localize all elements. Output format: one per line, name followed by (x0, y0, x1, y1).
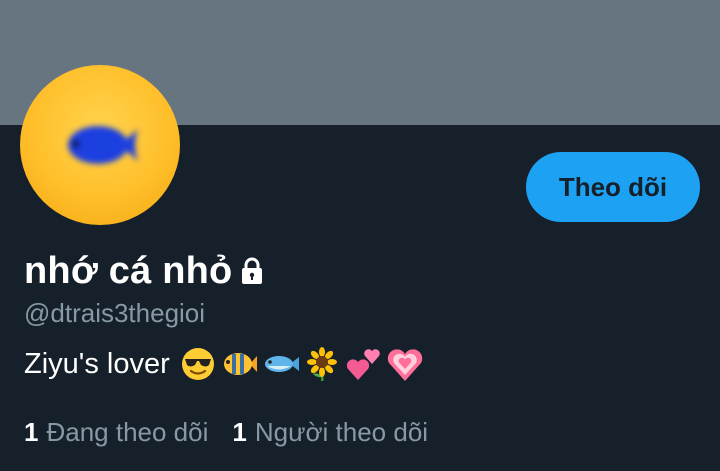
followers-label: Người theo dõi (254, 416, 429, 447)
following-label: Đang theo dõi (46, 416, 209, 447)
following-stat[interactable]: 1 Đang theo dõi (24, 417, 208, 448)
blue-fish-icon (68, 126, 138, 164)
fish-icon (262, 346, 300, 382)
avatar[interactable] (20, 65, 180, 225)
bio: Ziyu's lover (24, 342, 428, 386)
display-name: nhớ cá nhỏ (24, 249, 233, 292)
bio-text: Ziyu's lover (24, 347, 170, 380)
tropical-fish-icon (220, 346, 258, 382)
follow-button[interactable]: Theo dõi (526, 152, 700, 222)
profile-stats: 1 Đang theo dõi 1 Người theo dõi (24, 414, 452, 450)
smiling-face-with-sunglasses-icon (180, 346, 216, 382)
two-hearts-icon (344, 346, 382, 382)
sunflower-icon (304, 346, 340, 382)
following-count: 1 (24, 416, 39, 447)
followers-count: 1 (232, 416, 247, 447)
growing-heart-icon (386, 346, 424, 382)
followers-stat[interactable]: 1 Người theo dõi (232, 417, 428, 448)
profile-name-row: nhớ cá nhỏ (24, 246, 268, 296)
lock-icon (236, 255, 268, 287)
handle: @dtrais3thegioi (24, 298, 206, 328)
